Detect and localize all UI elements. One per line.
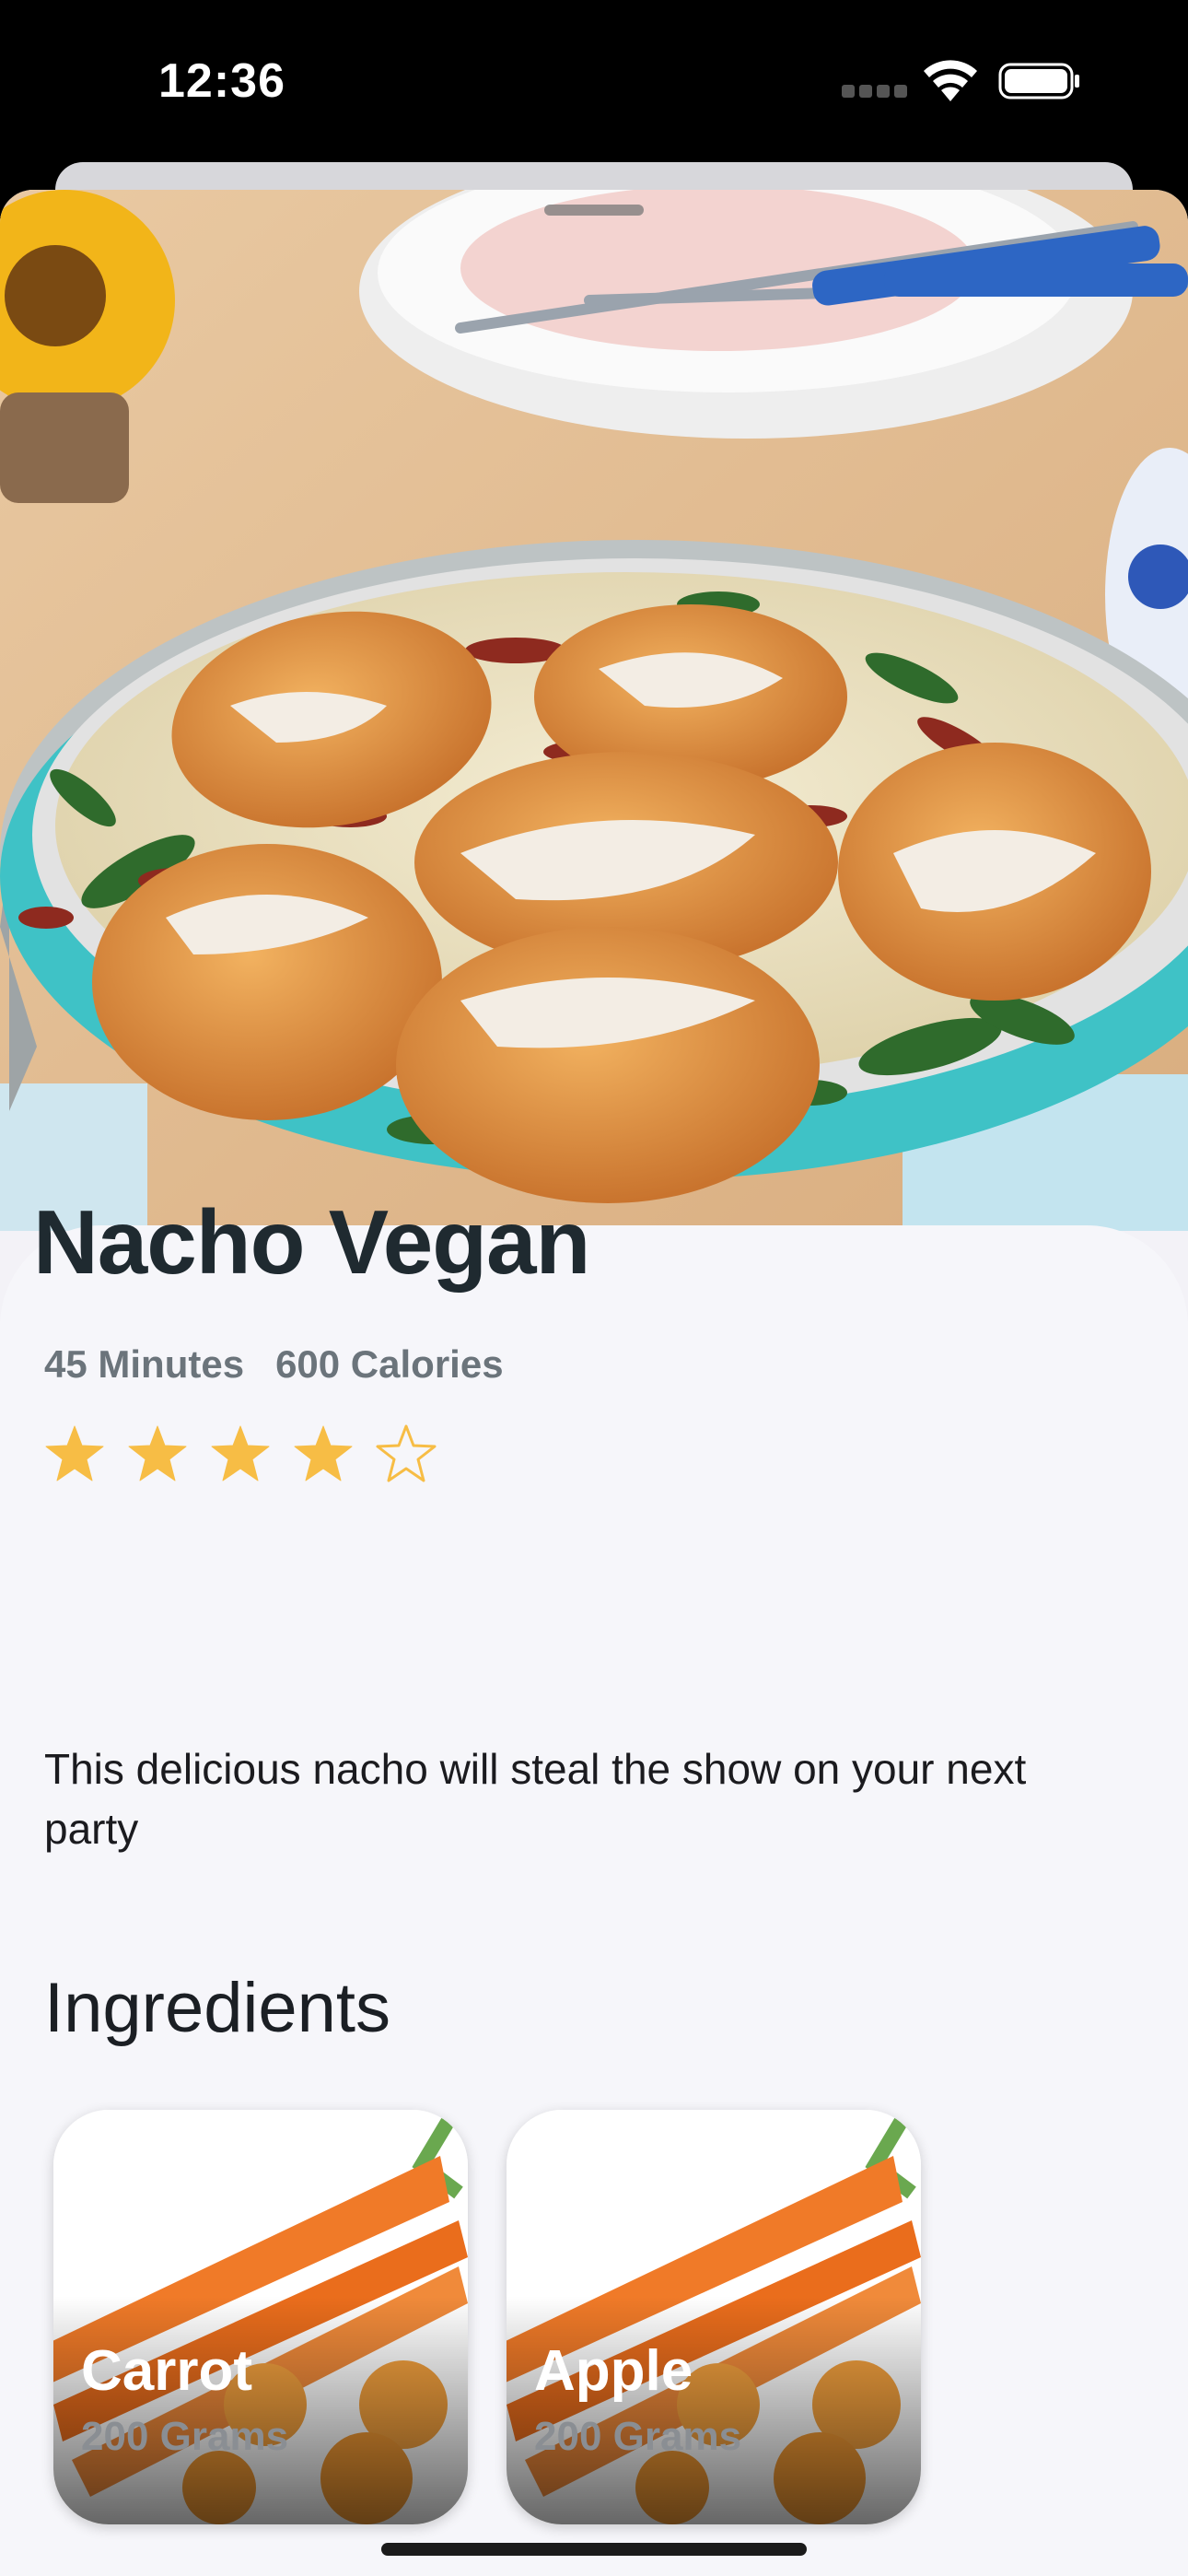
status-bar: 12:36 [0,0,1188,166]
ingredients-heading: Ingredients [44,1969,391,2047]
recipe-calories: 600 Calories [275,1342,504,1386]
carrot-image [53,2110,468,2524]
ingredient-name: Carrot [81,2339,253,2403]
sheet-grabber[interactable] [544,205,644,216]
recipe-duration: 45 Minutes [44,1342,245,1386]
status-time: 12:36 [158,54,285,108]
recipe-hero-image [0,190,1188,1231]
home-indicator [381,2543,807,2556]
battery-icon [998,63,1079,100]
recipe-title: Nacho Vegan [33,1191,590,1293]
star-icon[interactable] [44,1423,105,1484]
ingredient-card-apple[interactable]: Apple 200 Grams [507,2110,921,2524]
recipe-description: This delicious nacho will steal the show… [44,1745,1027,1853]
carrot-image [507,2110,921,2524]
ingredient-amount: 200 Grams [81,2414,289,2459]
rating-stars [44,1423,459,1488]
star-outline-icon[interactable] [376,1423,437,1484]
star-icon[interactable] [127,1423,188,1484]
ingredient-name: Apple [534,2339,693,2403]
star-icon[interactable] [293,1423,354,1484]
recipe-meta: 45 Minutes 600 Calories [44,1342,504,1387]
wifi-icon [924,60,977,101]
signal-icon [842,85,907,98]
ingredient-card-carrot[interactable]: Carrot 200 Grams [53,2110,468,2524]
ingredient-amount: 200 Grams [534,2414,742,2459]
star-icon[interactable] [210,1423,271,1484]
